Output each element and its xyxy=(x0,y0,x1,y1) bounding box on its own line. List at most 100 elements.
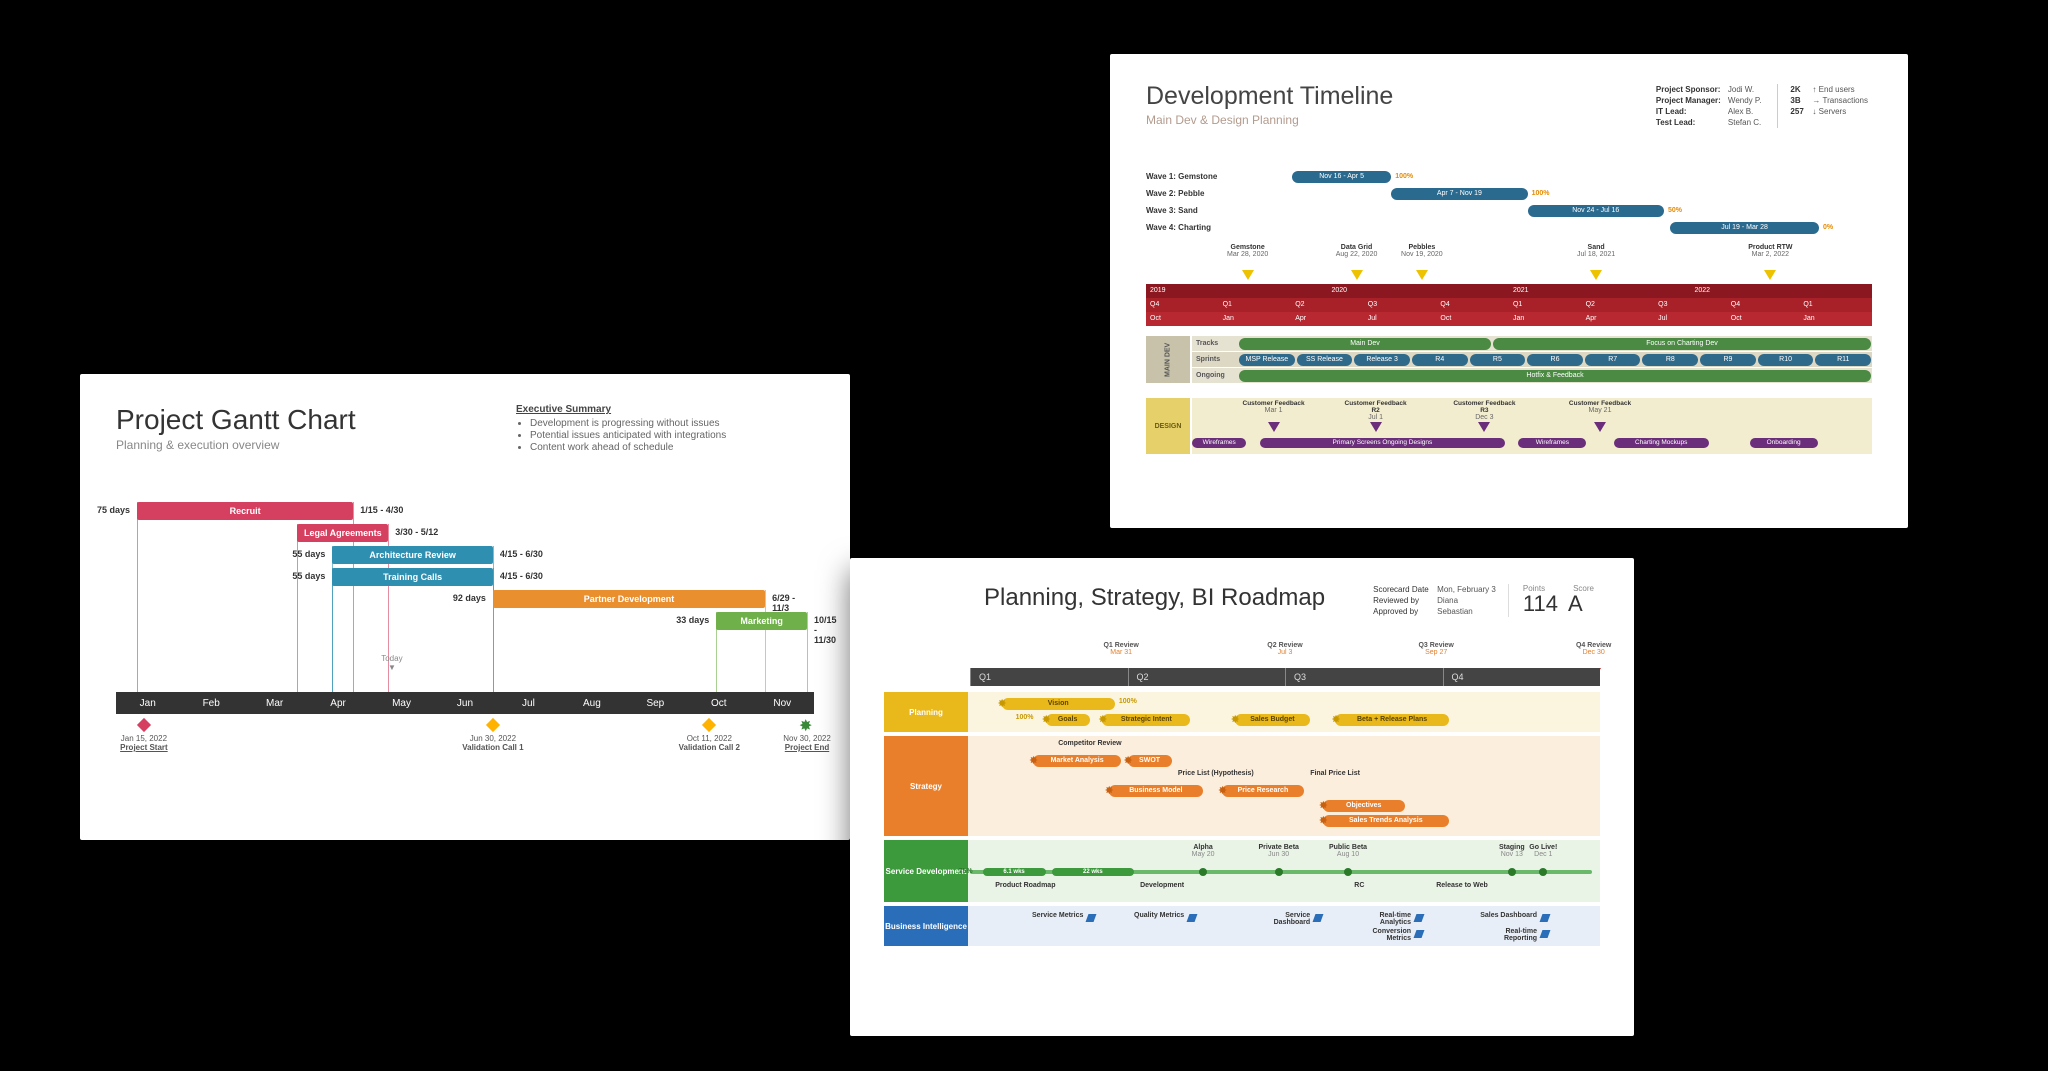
strategy-text: Price List (Hypothesis) xyxy=(1178,770,1254,777)
wave-bar: Jul 19 - Mar 28 xyxy=(1670,222,1819,234)
quarter: Q1 xyxy=(1799,298,1872,312)
design-milestone: Customer Feedback R3Dec 3 xyxy=(1449,400,1519,421)
triangle-icon xyxy=(1590,270,1602,280)
sprint-cell: R11 xyxy=(1815,354,1871,366)
dev-milestone: Data GridAug 22, 2020 xyxy=(1322,244,1392,258)
sprint-cell: R10 xyxy=(1758,354,1814,366)
month-label: Jul xyxy=(497,698,560,709)
quarter-axis: Q1Q2Q3Q4 xyxy=(970,668,1600,686)
month-label: Sep xyxy=(624,698,687,709)
month-label: Jun xyxy=(433,698,496,709)
month: Apr xyxy=(1582,312,1655,326)
month: Jul xyxy=(1364,312,1437,326)
gantt-range: 1/15 - 4/30 xyxy=(360,505,403,515)
exec-item: Potential issues anticipated with integr… xyxy=(530,430,806,441)
maindev-label: MAIN DEV xyxy=(1146,336,1190,383)
planning-pill: Strategic Intent xyxy=(1102,714,1190,726)
month-label: Jan xyxy=(116,698,179,709)
roadmap-card: Planning, Strategy, BI Roadmap Scorecard… xyxy=(850,558,1634,1036)
year-scale: 2019202020212022 xyxy=(1146,284,1872,298)
sprint-cell: R7 xyxy=(1585,354,1641,366)
wave-label: Wave 4: Charting xyxy=(1146,223,1230,232)
exec-item: Content work ahead of schedule xyxy=(530,442,806,453)
bi-marker-icon xyxy=(1414,914,1425,922)
meta-v: Diana xyxy=(1437,596,1458,605)
track-cell: Main Dev xyxy=(1239,338,1491,350)
stat-n: 2K xyxy=(1790,85,1812,94)
gantt-bar: Marketing xyxy=(716,612,807,630)
strategy-pill: Business Model xyxy=(1109,785,1204,797)
gantt-bar: Architecture Review xyxy=(332,546,493,564)
gear-icon: ✸ xyxy=(1098,714,1107,726)
stat-n: 257 xyxy=(1790,107,1812,116)
exec-item: Development is progressing without issue… xyxy=(530,418,806,429)
triangle-icon xyxy=(1764,270,1776,280)
dev-timeline-card: Development Timeline Main Dev & Design P… xyxy=(1110,54,1908,528)
lane-strategy: Strategy Competitor ReviewMarket Analysi… xyxy=(884,736,1600,836)
sprint-cell: R6 xyxy=(1527,354,1583,366)
exec-summary: Executive Summary Development is progres… xyxy=(516,404,806,454)
bi-marker-icon xyxy=(1313,914,1324,922)
gear-icon: ✸ xyxy=(1218,785,1227,797)
lane-bi: Business Intelligence Service MetricsQua… xyxy=(884,906,1600,946)
dev-milestone: GemstoneMar 28, 2020 xyxy=(1213,244,1283,258)
wave-pct: 100% xyxy=(1395,173,1413,180)
pct-label: 100% xyxy=(1119,698,1137,705)
ongoing-row: Ongoing Hotfix & Feedback xyxy=(1192,368,1872,383)
service-milestone: AlphaMay 20 xyxy=(1178,844,1228,858)
design-label: DESIGN xyxy=(1146,398,1190,454)
today-label: Today xyxy=(381,654,402,663)
gantt-bar: Legal Agreements xyxy=(297,524,388,542)
strategy-pill: Sales Trends Analysis xyxy=(1323,815,1449,827)
quarter: Q1 xyxy=(1219,298,1292,312)
lane-service: Service Development AlphaMay 20Private B… xyxy=(884,840,1600,902)
gantt-bar: Recruit xyxy=(137,502,353,520)
q-review: Q1 ReviewMar 31 xyxy=(1091,642,1151,656)
q-review: Q2 ReviewJul 3 xyxy=(1255,642,1315,656)
wave-bar: Nov 16 - Apr 5 xyxy=(1292,171,1391,183)
strategy-pill: Market Analysis xyxy=(1033,755,1121,767)
year: 2019 xyxy=(1146,284,1328,298)
month-label: Mar xyxy=(243,698,306,709)
quarter-cell: Q1 xyxy=(970,668,1128,686)
planning-pill: Vision xyxy=(1002,698,1115,710)
sprint-cell: MSP Release xyxy=(1239,354,1295,366)
quarter-cell: Q4 xyxy=(1443,668,1601,686)
dev-meta: Project Sponsor:Jodi W. Project Manager:… xyxy=(1656,84,1868,128)
dev-milestones: GemstoneMar 28, 2020 Data GridAug 22, 202… xyxy=(1146,244,1872,278)
service-text: RC xyxy=(1354,882,1364,889)
meta-k: Scorecard Date xyxy=(1373,585,1437,594)
triangle-icon xyxy=(1416,270,1428,280)
sprints-row: Sprints MSP ReleaseSS ReleaseRelease 3R4… xyxy=(1192,352,1872,367)
strategy-text: Competitor Review xyxy=(1058,740,1121,747)
service-text: Release to Web xyxy=(1436,882,1488,889)
gantt-duration: 92 days xyxy=(444,593,486,603)
stat-l: Servers xyxy=(1819,107,1847,116)
lane-planning: Planning Vision✸100%Goals✸100%Strategic … xyxy=(884,692,1600,732)
meta-k: Reviewed by xyxy=(1373,596,1437,605)
strategy-text: Final Price List xyxy=(1310,770,1360,777)
triangle-icon xyxy=(1351,270,1363,280)
track-cell: Focus on Charting Dev xyxy=(1493,338,1871,350)
year: 2021 xyxy=(1509,284,1691,298)
milestone-icon xyxy=(137,718,151,732)
service-milestone: Go Live!Dec 1 xyxy=(1518,844,1568,858)
month-label: Feb xyxy=(179,698,242,709)
design-milestone: Customer FeedbackMar 1 xyxy=(1239,400,1309,414)
design-milestone: Customer Feedback R2Jul 1 xyxy=(1341,400,1411,421)
bi-item: Service Metrics xyxy=(1023,912,1083,919)
gantt-month-axis: JanFebMarAprMayJunJulAugSepOctNov xyxy=(116,692,814,714)
quarter-cell: Q2 xyxy=(1128,668,1286,686)
sprint-cell: SS Release xyxy=(1297,354,1353,366)
pct-label: 100% xyxy=(1016,714,1034,721)
lane-label: Service Development xyxy=(884,840,968,902)
milestone-icon xyxy=(702,718,716,732)
planning-pill: Sales Budget xyxy=(1235,714,1311,726)
design-bar-label: Onboarding xyxy=(1750,438,1818,448)
stat-l: Transactions xyxy=(1823,96,1869,105)
ongoing-bar: Hotfix & Feedback xyxy=(1239,370,1871,382)
roadmap-meta: Scorecard DateMon, February 3 Reviewed b… xyxy=(1373,584,1594,617)
gantt-range: 6/29 - 11/3 xyxy=(772,593,814,613)
month-label: Oct xyxy=(687,698,750,709)
quarter: Q3 xyxy=(1364,298,1437,312)
